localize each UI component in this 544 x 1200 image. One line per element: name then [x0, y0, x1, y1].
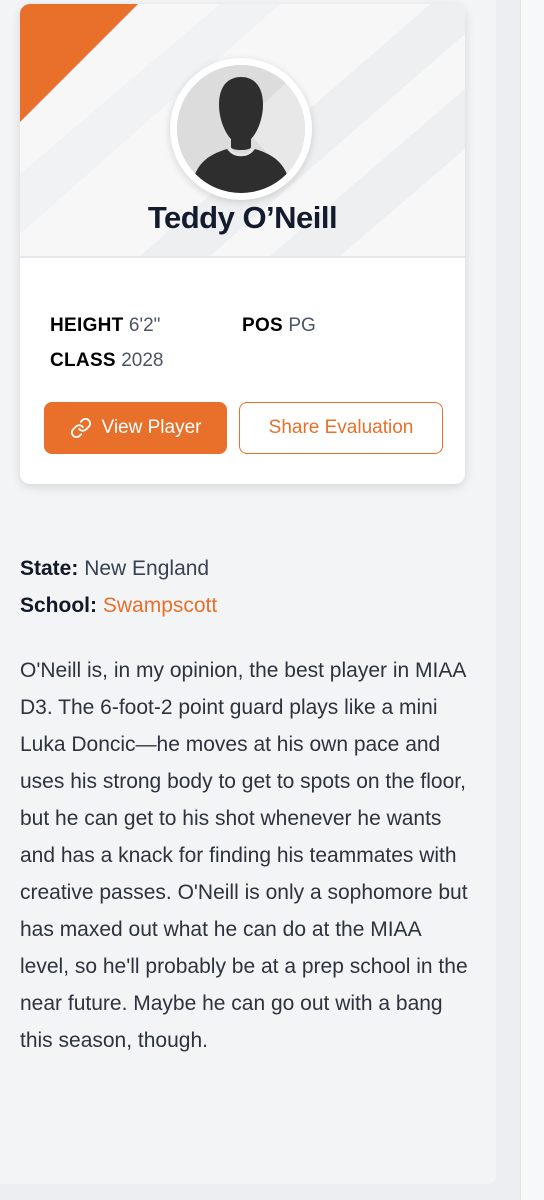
school-link[interactable]: Swampscott: [103, 594, 217, 617]
stat-position: POS PG: [242, 315, 316, 337]
stat-class-label: CLASS: [50, 350, 116, 371]
view-player-button[interactable]: View Player: [44, 402, 227, 454]
side-panel: [520, 0, 544, 1200]
main-column: Teddy O’Neill HEIGHT 6'2" POS PG CLASS 2…: [0, 0, 496, 1184]
stat-height: HEIGHT 6'2": [50, 315, 160, 337]
player-name: Teddy O’Neill: [147, 200, 338, 235]
stat-position-label: POS: [242, 315, 284, 336]
view-player-label: View Player: [101, 417, 202, 438]
stat-height-label: HEIGHT: [50, 315, 124, 336]
school-row: School: Swampscott: [20, 587, 217, 624]
gutter: [496, 0, 520, 1200]
header-corner-accent: [20, 4, 138, 122]
share-evaluation-label: Share Evaluation: [268, 417, 414, 438]
avatar: [170, 58, 312, 200]
stat-position-value: PG: [288, 315, 316, 336]
state-value: New England: [84, 557, 210, 580]
state-label: State:: [20, 557, 79, 580]
share-evaluation-button[interactable]: Share Evaluation: [239, 402, 443, 454]
stat-class: CLASS 2028: [50, 350, 163, 372]
player-card: Teddy O’Neill HEIGHT 6'2" POS PG CLASS 2…: [20, 4, 465, 484]
stat-class-value: 2028: [121, 350, 164, 371]
stat-height-value: 6'2": [128, 315, 161, 336]
link-icon: [70, 417, 92, 439]
player-card-header: Teddy O’Neill: [20, 4, 465, 258]
state-row: State: New England: [20, 550, 217, 587]
player-details: State: New England School: Swampscott: [20, 550, 217, 624]
school-label: School:: [20, 594, 97, 617]
person-silhouette-icon: [177, 65, 305, 193]
evaluation-text: O'Neill is, in my opinion, the best play…: [20, 659, 468, 1052]
